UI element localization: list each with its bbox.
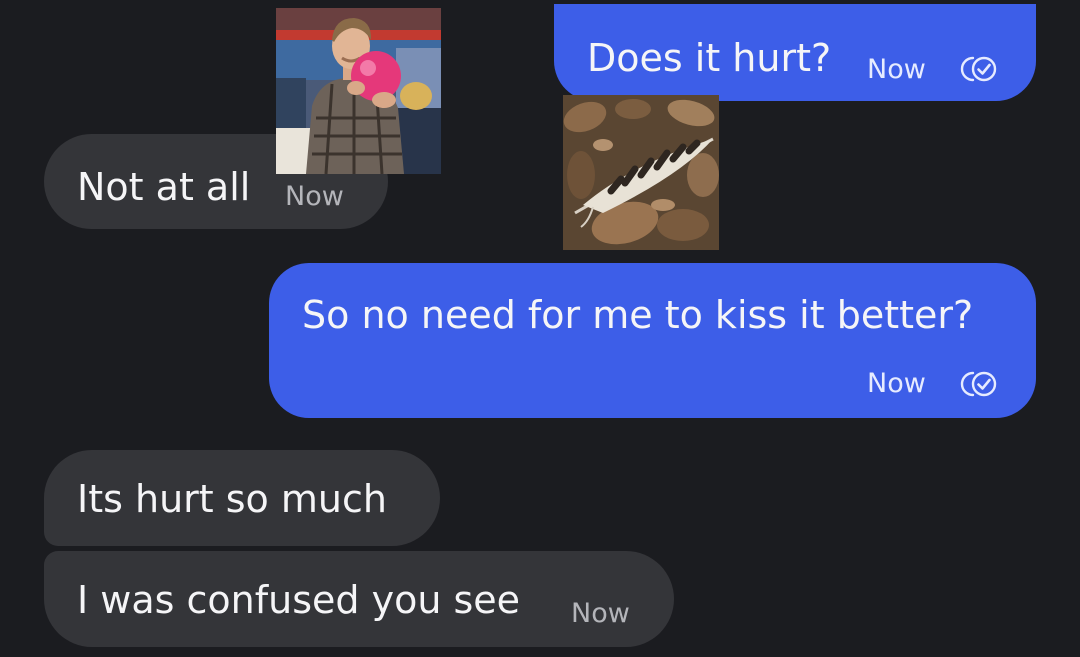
read-receipt-check-icon (960, 56, 997, 82)
message-time: Now (867, 54, 926, 85)
message-time: Now (571, 598, 630, 629)
chat-screen: Does it hurt? Now Not at all Now So no n… (0, 0, 1080, 657)
incoming-message-bubble[interactable]: Its hurt so much (44, 450, 440, 546)
message-time: Now (285, 181, 344, 212)
read-receipt-check-icon (960, 371, 997, 397)
man-bowling-ball-photo (276, 8, 441, 174)
feather-on-leaves-photo (563, 95, 719, 250)
message-time: Now (867, 368, 926, 399)
message-text: Not at all (77, 165, 251, 209)
message-text: I was confused you see (77, 578, 521, 622)
message-text: Its hurt so much (77, 477, 387, 521)
message-text: So no need for me to kiss it better? (302, 293, 974, 337)
outgoing-message-bubble[interactable]: So no need for me to kiss it better? Now (269, 263, 1036, 418)
outgoing-message-bubble[interactable]: Does it hurt? Now (554, 4, 1036, 101)
message-text: Does it hurt? (587, 36, 832, 80)
incoming-message-bubble[interactable]: I was confused you see Now (44, 551, 674, 647)
